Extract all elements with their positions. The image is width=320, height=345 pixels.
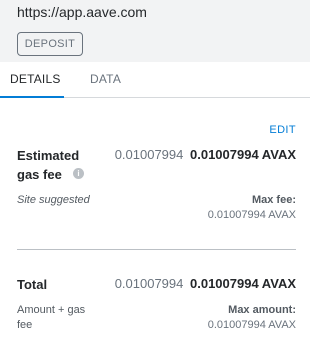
gas-fee-values: 0.01007994 0.01007994 AVAX [115,147,296,162]
max-amount-value: 0.01007994 AVAX [207,319,296,331]
gas-fee-secondary-value: 0.01007994 [114,147,184,162]
total-primary-value: 0.01007994 AVAX [190,276,296,291]
tab-details[interactable]: DETAILS [10,72,61,86]
max-fee-label: Max fee: [251,194,296,206]
info-icon[interactable]: i [73,168,84,179]
gas-fee-label-text: Estimated gas fee [17,148,80,182]
edit-gas-link[interactable]: EDIT [269,124,296,136]
max-fee-value: 0.01007994 AVAX [207,209,296,221]
section-divider [17,249,296,250]
transaction-header: https://app.aave.com DEPOSIT [0,0,310,62]
max-amount-block: Max amount: 0.01007994 AVAX [208,303,296,333]
gas-fee-primary-value: 0.01007994 AVAX [190,147,296,162]
tab-bar: DETAILS DATA [0,62,310,98]
total-subtext: Amount + gas fee [17,304,86,331]
max-fee-block: Max fee: 0.01007994 AVAX [208,193,296,223]
method-button-deposit[interactable]: DEPOSIT [17,32,83,56]
max-amount-label: Max amount: [228,304,296,316]
total-label: Total [17,277,48,292]
active-tab-indicator [0,96,64,98]
total-values: 0.01007994 0.01007994 AVAX [115,276,296,291]
site-origin: https://app.aave.com [17,4,147,20]
tab-data[interactable]: DATA [90,72,121,86]
total-secondary-value: 0.01007994 [114,276,184,291]
gas-fee-label: Estimated gas fee [17,146,95,184]
gas-fee-subtext: Site suggested [17,194,90,206]
